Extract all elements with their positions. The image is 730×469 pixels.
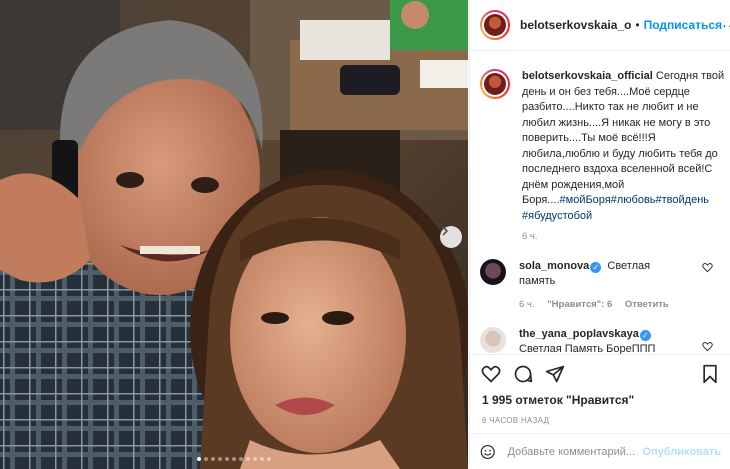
paper-plane-icon bbox=[545, 365, 565, 383]
carousel-dots bbox=[0, 457, 468, 461]
reply-button[interactable]: Ответить bbox=[625, 299, 669, 310]
caption-text: Сегодня твой день и он без тебя....Моё с… bbox=[522, 70, 725, 206]
likes-count: 1 995 отметок "Нравится" bbox=[470, 393, 730, 407]
post-timestamp[interactable]: 6 ЧАСОВ НАЗАД bbox=[470, 407, 730, 425]
post-caption: belotserkovskaia_official Сегодня твой д… bbox=[470, 52, 730, 242]
share-button[interactable] bbox=[544, 363, 566, 385]
caption-username[interactable]: belotserkovskaia_official bbox=[522, 70, 653, 82]
post-sidebar: belotserkovskaia_o • Подписаться ··· bel… bbox=[469, 0, 730, 469]
comment-input[interactable] bbox=[507, 445, 643, 458]
post-photo[interactable] bbox=[0, 0, 468, 469]
carousel-dot bbox=[204, 457, 208, 461]
add-comment-bar: Опубликовать bbox=[470, 433, 730, 469]
chevron-right-icon bbox=[442, 226, 449, 236]
comment-time[interactable]: 6 ч. bbox=[519, 299, 535, 310]
comment-username[interactable]: sola_monova bbox=[519, 260, 589, 272]
verified-badge-icon: ✓ bbox=[639, 330, 651, 341]
author-username[interactable]: belotserkovskaia_o bbox=[520, 18, 631, 32]
carousel-dot bbox=[197, 457, 201, 461]
comments-list[interactable]: belotserkovskaia_official Сегодня твой д… bbox=[470, 52, 730, 354]
comment-text: Светлая Память БореППП bbox=[519, 343, 656, 354]
comment-avatar[interactable] bbox=[480, 259, 506, 285]
carousel-dot bbox=[267, 457, 271, 461]
smiley-icon[interactable] bbox=[480, 443, 495, 461]
carousel-dot bbox=[218, 457, 222, 461]
caption-avatar[interactable] bbox=[480, 69, 510, 99]
comment-item: the_yana_poplavskaya ✓ Светлая Память Бор… bbox=[470, 327, 730, 354]
hashtag[interactable]: #ябудустобой bbox=[522, 210, 592, 222]
heart-icon[interactable] bbox=[702, 262, 713, 273]
carousel-dot bbox=[225, 457, 229, 461]
comment-button[interactable] bbox=[512, 363, 534, 385]
like-button[interactable] bbox=[480, 363, 502, 385]
author-avatar[interactable] bbox=[480, 10, 510, 40]
carousel-dot bbox=[253, 457, 257, 461]
hashtag[interactable]: #любовь bbox=[611, 194, 656, 206]
carousel-dot bbox=[239, 457, 243, 461]
carousel-next-button[interactable] bbox=[440, 226, 462, 248]
carousel-dot bbox=[232, 457, 236, 461]
caption-text-block: belotserkovskaia_official Сегодня твой д… bbox=[522, 69, 727, 224]
hashtag[interactable]: #твойдень bbox=[656, 194, 709, 206]
carousel-dot bbox=[246, 457, 250, 461]
carousel-dot bbox=[260, 457, 264, 461]
carousel-dot bbox=[211, 457, 215, 461]
save-button[interactable] bbox=[699, 363, 721, 385]
bookmark-icon bbox=[703, 364, 717, 384]
likes-count-link[interactable]: 1 995 отметок "Нравится" bbox=[482, 393, 634, 407]
follow-button[interactable]: Подписаться bbox=[644, 18, 722, 32]
header-separator: • bbox=[635, 18, 640, 32]
comment-item: sola_monova ✓ Светлая память 6 ч. "Нравит… bbox=[470, 259, 730, 312]
post-actions: 1 995 отметок "Нравится" 6 ЧАСОВ НАЗАД bbox=[470, 354, 730, 425]
publish-button[interactable]: Опубликовать bbox=[642, 446, 721, 458]
verified-badge-icon: ✓ bbox=[590, 262, 602, 273]
comment-bubble-icon bbox=[514, 365, 533, 383]
more-options-icon[interactable]: ··· bbox=[722, 17, 730, 33]
heart-icon bbox=[481, 365, 501, 383]
post-header: belotserkovskaia_o • Подписаться ··· bbox=[470, 0, 730, 51]
comment-username[interactable]: the_yana_poplavskaya bbox=[519, 328, 639, 340]
post-image bbox=[0, 0, 468, 469]
heart-icon[interactable] bbox=[702, 341, 713, 352]
comment-likes[interactable]: "Нравится": 6 bbox=[547, 299, 612, 310]
comment-avatar[interactable] bbox=[480, 327, 506, 353]
caption-time[interactable]: 6 ч. bbox=[522, 231, 727, 242]
hashtag[interactable]: #мойБоря bbox=[560, 194, 611, 206]
